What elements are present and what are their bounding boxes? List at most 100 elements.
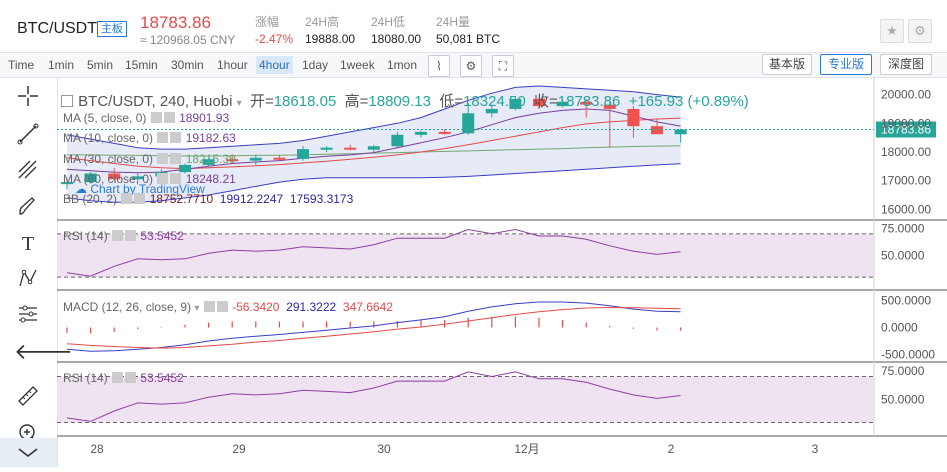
rsi-legend[interactable]: RSI (14) 53.5452 (63, 229, 184, 243)
settings-icon[interactable]: ⚙ (460, 55, 482, 77)
timeframe-bar: Time 1min 5min 15min 30min 1hour 4hour 1… (0, 53, 947, 78)
bb-upper-value: 19912.2247 (219, 192, 284, 206)
candle-body (249, 157, 262, 161)
stat-value-low: 18080.00 (371, 32, 422, 46)
rsi2-value: 53.5452 (140, 371, 184, 385)
chevron-down-icon[interactable]: ▾ (237, 98, 242, 109)
tf-1min[interactable]: 1min (48, 58, 74, 72)
stat-value-high: 19888.00 (305, 32, 356, 46)
board-badge: 主板 (97, 21, 127, 37)
ma10-name: MA (10, close, 0) (63, 131, 154, 145)
close-icon[interactable] (125, 230, 137, 241)
macd-value: 291.3222 (286, 300, 337, 314)
settings-icon[interactable] (112, 372, 124, 383)
ma30-name: MA (30, close, 0) (63, 152, 154, 166)
stat-label-volume: 24H量 (436, 15, 471, 29)
candle-body (651, 126, 663, 135)
tf-1day[interactable]: 1day (302, 58, 328, 72)
pattern-icon[interactable] (14, 266, 42, 294)
chart-area[interactable]: 18783.86 20000.00 19000.00 18000.00 17000.00… (57, 78, 947, 467)
price-tick-label: 19000.00 (881, 116, 931, 130)
back-arrow-icon[interactable]: 🡐 (14, 338, 73, 366)
settings-icon[interactable] (112, 230, 124, 241)
bb-legend[interactable]: BB (20, 2) 18752.7710 19912.2247 17593.3… (63, 192, 353, 206)
time-tick-label: 2 (668, 442, 675, 456)
time-tick-label: 29 (232, 442, 246, 456)
brush-icon[interactable] (14, 194, 42, 222)
mode-depth-button[interactable]: 深度图 (880, 54, 932, 75)
stat-value-volume: 50,081 BTC (436, 32, 501, 46)
settings-icon[interactable] (150, 112, 162, 123)
macd-signal-value: 347.6642 (342, 300, 393, 314)
fib-icon[interactable] (14, 158, 42, 186)
price-tick-label: 18000.00 (881, 145, 931, 159)
gear-icon[interactable]: ⚙ (908, 19, 932, 43)
tf-4hour[interactable]: 4hour (256, 56, 293, 74)
market-header: BTC/USDT 主板 18783.86 ≈ 120968.05 CNY 涨幅 … (0, 0, 947, 53)
macd-hist-value: -56.3420 (232, 300, 280, 314)
ma10-legend[interactable]: MA (10, close, 0) 19182.63 (63, 131, 236, 145)
close-icon[interactable] (125, 372, 137, 383)
macd-legend[interactable]: MACD (12, 26, close, 9) ▾ -56.3420 291.3… (63, 300, 393, 314)
candle-body (627, 108, 640, 127)
ma5-value: 18901.93 (179, 111, 230, 125)
rsi2-legend[interactable]: RSI (14) 53.5452 (63, 371, 184, 385)
open-label: 开= (249, 93, 274, 110)
bb-basis-value: 18752.7710 (149, 192, 214, 206)
price-tick-label: 16000.00 (881, 202, 931, 216)
tf-30min[interactable]: 30min (171, 58, 204, 72)
candle-body (391, 134, 404, 147)
ma30-legend[interactable]: MA (30, close, 0) 18215.39 (63, 152, 236, 166)
tf-15min[interactable]: 15min (125, 58, 158, 72)
settings-icon[interactable] (157, 153, 169, 164)
chart-style-icon[interactable]: ⌇ (428, 55, 450, 77)
settings-icon[interactable] (203, 301, 215, 312)
rsi2-tick-label: 75.0000 (881, 364, 925, 378)
close-label: 收= (534, 93, 558, 110)
trend-line-icon[interactable] (14, 122, 42, 150)
time-tick-label: 12月 (514, 442, 539, 456)
ruler-icon[interactable] (14, 384, 42, 412)
close-icon[interactable] (134, 193, 146, 204)
close-icon[interactable] (170, 153, 182, 164)
tf-1hour[interactable]: 1hour (217, 58, 248, 72)
chevron-down-icon[interactable]: ▾ (194, 303, 199, 314)
bb-lower-value: 17593.3173 (289, 192, 354, 206)
crosshair-icon[interactable] (14, 84, 42, 112)
price-tick-label: 20000.00 (881, 88, 931, 102)
macd-tick-label: 0.0000 (881, 321, 918, 335)
time-tick-label: 30 (377, 442, 391, 456)
candle-body (320, 147, 333, 150)
collapse-toolbar-button[interactable] (0, 438, 57, 467)
tf-5min[interactable]: 5min (87, 58, 113, 72)
ma10-value: 19182.63 (185, 131, 236, 145)
close-icon[interactable] (170, 132, 182, 143)
candle-body (367, 146, 380, 150)
levels-icon[interactable] (14, 302, 42, 330)
close-icon[interactable] (216, 301, 228, 312)
rsi-tick-label: 50.0000 (881, 249, 925, 263)
mode-basic-button[interactable]: 基本版 (762, 54, 812, 75)
candle-body (273, 157, 286, 160)
fullscreen-icon[interactable]: ⛶ (492, 55, 514, 77)
tf-time[interactable]: Time (8, 58, 34, 72)
change-value: +165.93 (+0.89%) (628, 93, 749, 110)
rsi2-tick-label: 50.0000 (881, 393, 925, 407)
ma5-legend[interactable]: MA (5, close, 0) 18901.93 (63, 111, 229, 125)
close-icon[interactable] (163, 112, 175, 123)
collapse-legend-icon[interactable] (61, 95, 73, 107)
rsi2-name: RSI (14) (63, 371, 108, 385)
tf-1week[interactable]: 1week (340, 58, 375, 72)
rsi-value: 53.5452 (140, 229, 184, 243)
close-value: 18783.86 (557, 93, 621, 110)
star-icon[interactable]: ★ (880, 19, 904, 43)
candle-body (674, 129, 687, 135)
text-icon[interactable]: T (14, 230, 42, 258)
low-value: 18324.50 (463, 93, 526, 110)
mode-pro-button[interactable]: 专业版 (820, 54, 872, 75)
open-value: 18618.05 (273, 93, 337, 110)
tf-1mon[interactable]: 1mon (387, 58, 417, 72)
settings-icon[interactable] (121, 193, 133, 204)
candle-body (415, 131, 427, 135)
settings-icon[interactable] (157, 132, 169, 143)
